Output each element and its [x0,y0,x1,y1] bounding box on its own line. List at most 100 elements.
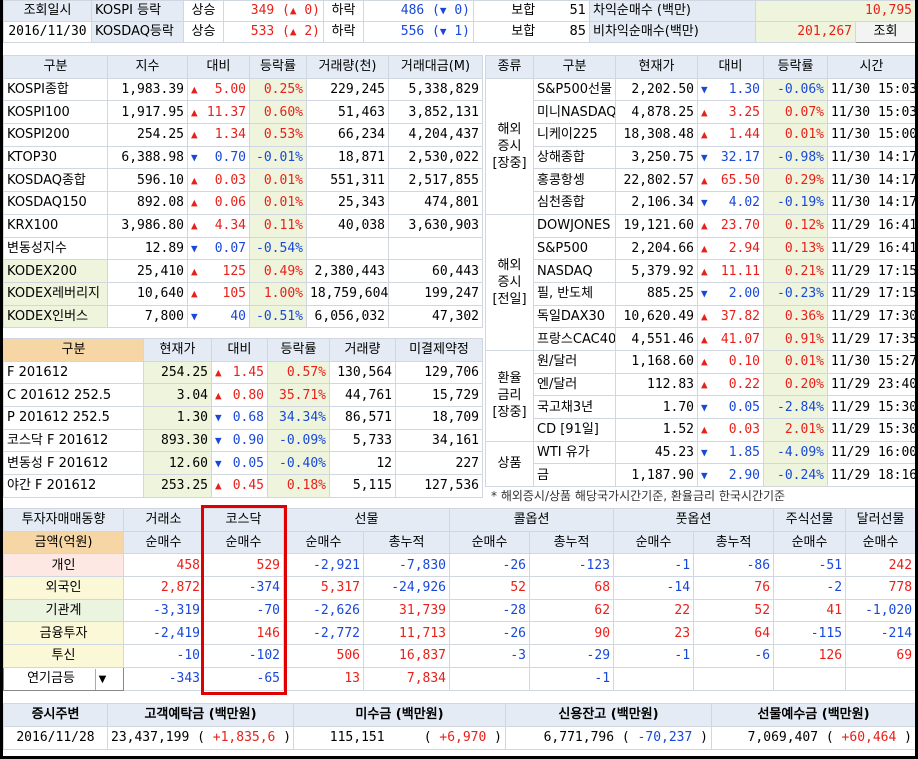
futures-row[interactable]: 야간 F 201612 253.25 ▲ 0.45 0.18% 5,115 127,536 [3,474,483,498]
up-arrow-icon: ▲ [215,479,222,493]
index-row[interactable]: 변동성지수 12.89 ▼ 0.07 -0.54% [3,236,483,261]
overseas-change: ▼ 1.85 [697,440,764,465]
overseas-row[interactable]: 금 1,187.90 ▼ 2.90 -0.24% 11/29 18:16 [486,463,915,488]
investor-row[interactable]: 기관계 -3,319 -70 -2,626 31,739 -28 62 22 52 41 -1,02… [3,598,915,623]
down-arrow-icon: ▼ [215,456,222,470]
futures-change: ▲ 1.45 [211,360,268,385]
arb-net-buy-label: 차익순매수 (백만) [589,0,756,22]
investor-row[interactable]: 연기금등 ▼ -343 -65 13 7,834 -1 [3,666,915,691]
index-change: ▼ 0.70 [187,145,250,170]
index-amount: 3,852,131 [388,100,483,125]
up-arrow-icon: ▲ [289,25,297,38]
futures-table: 구분 현재가 대비 등락률 거래량 미결제약정 F 201612 254.25 ▲ 1.45 0.… [3,338,483,498]
index-amount: 47,302 [388,304,483,329]
overseas-name: NASDAQ [533,259,616,283]
futures-open-interest: 227 [395,451,483,476]
futures-row[interactable]: 변동성 F 201612 12.60 ▼ 0.05 -0.40% 12 227 [3,451,483,476]
index-row[interactable]: KODEX200 25,410 ▲ 125 0.49% 2,380,443 60,443 [3,259,483,283]
overseas-row[interactable]: 국고채3년 1.70 ▼ 0.05 -2.84% 11/29 15:30 [486,395,915,419]
overseas-change: ▲ 65.50 [697,168,764,193]
investor-row[interactable]: 외국인 2,872 -374 5,317 -24,926 52 68 -14 76 -2 778 [3,576,915,600]
overseas-row[interactable]: 상해종합 3,250.75 ▼ 32.17 -0.98% 11/30 14:17 [486,145,915,170]
query-button[interactable]: 조회 [855,21,915,43]
overseas-time: 11/30 15:03 [827,77,915,102]
overseas-row[interactable]: 환율 금리 [장중] 원/달러 1,168.60 ▲ 0.10 0.01% 11/30 15… [485,349,915,442]
futures-row[interactable]: P 201612 252.5 1.30 ▼ 0.68 34.34% 86,571 18,70… [3,406,483,430]
overseas-time: 11/29 23:40 [827,372,915,397]
investor-select[interactable]: 연기금등 ▼ [3,666,124,691]
investor-row[interactable]: 금융투자 -2,419 146 -2,772 11,713 -26 90 23 64 -115 -2… [3,621,915,646]
overseas-row[interactable]: NASDAQ 5,379.92 ▲ 11.11 0.21% 11/29 17:15 [486,259,915,283]
down-arrow-icon: ▼ [701,196,708,210]
overseas-row[interactable]: 니케이225 18,308.48 ▲ 1.44 0.01% 11/30 15:00 [486,123,915,147]
overseas-rate: 2.01% [763,418,828,442]
overseas-change: ▲ 3.25 [697,100,764,125]
index-row[interactable]: KOSDAQ150 892.08 ▲ 0.06 0.01% 25,343 474,801 [3,191,483,215]
overseas-rate: -0.19% [763,191,828,215]
overseas-row[interactable]: 미니NASDAQ 4,878.25 ▲ 3.25 0.07% 11/30 15:03 [486,100,915,125]
investor-header-5: 풋옵션 [613,508,775,532]
overseas-row[interactable]: 해외 증시 [장중] S&P500선물 2,202.50 ▼ 1.30 -0.06% 11/… [485,77,915,215]
investor-value [449,666,531,691]
index-rate: 1.00% [249,281,307,306]
index-row[interactable]: KOSPI100 1,917.95 ▲ 11.37 0.60% 51,463 3,852,1… [3,100,483,125]
index-row[interactable]: KOSPI200 254.25 ▲ 1.34 0.53% 66,234 4,204,437 [3,123,483,147]
futures-row[interactable]: C 201612 252.5 3.04 ▲ 0.80 35.71% 44,761 15,72… [3,383,483,408]
futures-row[interactable]: 코스닥 F 201612 893.30 ▼ 0.90 -0.09% 5,733 34,161 [3,428,483,453]
overseas-row[interactable]: CD [91일] 1.52 ▲ 0.03 2.01% 11/29 15:30 [486,418,915,442]
index-value: 1,917.95 [107,100,188,125]
futures-header-4: 거래량 [329,338,396,362]
index-volume: 551,311 [306,168,389,193]
index-row[interactable]: KOSPI종합 1,983.39 ▲ 5.00 0.25% 229,245 5,338,82… [3,77,483,102]
index-row[interactable]: KTOP30 6,388.98 ▼ 0.70 -0.01% 18,871 2,530,022 [3,145,483,170]
investor-row[interactable]: 투신 -10 -102 506 16,837 -3 -29 -1 -6 126 69 [3,644,915,668]
overseas-row[interactable]: 독일DAX30 10,620.49 ▲ 37.82 0.36% 11/29 17:30 [486,304,915,329]
overseas-row[interactable]: 상품 WTI 유가 45.23 ▼ 1.85 -4.09% 11/29 16:00 [485,440,915,488]
index-name: KOSDAQ150 [3,191,108,215]
customer-deposit-header: 고객예탁금 (백만원) [107,703,294,727]
up-arrow-icon: ▲ [215,388,222,402]
overseas-row[interactable]: S&P500 2,204.66 ▲ 2.94 0.13% 11/29 16:41 [486,236,915,261]
investor-value: -1,020 [845,598,915,623]
overseas-row[interactable]: 필, 반도체 885.25 ▼ 2.00 -0.23% 11/29 17:15 [486,281,915,306]
index-value: 6,388.98 [107,145,188,170]
overseas-row[interactable]: 홍콩항셍 22,802.57 ▲ 65.50 0.29% 11/30 14:17 [486,168,915,193]
overseas-row[interactable]: 심천종합 2,106.34 ▼ 4.02 -0.19% 11/30 14:17 [486,191,915,215]
overseas-row[interactable]: 프랑스CAC40 4,551.46 ▲ 41.07 0.91% 11/29 17:35 [486,327,915,351]
customer-deposit-value: 23,437,199 ( +1,835,6 ) [107,725,294,750]
index-value: 1,983.39 [107,77,188,102]
investor-value: -14 [613,576,695,600]
overseas-time: 11/30 14:17 [827,145,915,170]
overseas-price: 2,204.66 [615,236,698,261]
up-arrow-icon: ▲ [191,105,198,119]
index-amount: 3,630,903 [388,213,483,238]
futures-rate: 35.71% [267,383,330,408]
overseas-header-2: 현재가 [615,55,698,79]
down-arrow-icon: ▼ [191,151,198,165]
futures-row[interactable]: F 201612 254.25 ▲ 1.45 0.57% 130,564 129,706 [3,360,483,385]
investor-row[interactable]: 개인 458 529 -2,921 -7,830 -26 -123 -1 -86 -51 242 [3,553,915,578]
overseas-name: S&P500 [533,236,616,261]
investor-subheader-7: 순매수 [613,530,695,555]
index-volume: 40,038 [306,213,389,238]
investor-value: 13 [283,666,364,691]
overseas-price: 5,379.92 [615,259,698,283]
overseas-row[interactable]: 해외 증시 [전일] DOWJONES 19,121.60 ▲ 23.70 0.12% 11… [485,213,915,351]
investor-value: 506 [283,644,364,668]
index-row[interactable]: KOSDAQ종합 596.10 ▲ 0.03 0.01% 551,311 2,517,855 [3,168,483,193]
futures-change: ▼ 0.90 [211,428,268,453]
index-value: 10,640 [107,281,188,306]
dropdown-arrow-icon[interactable]: ▼ [95,668,109,690]
overseas-name: 프랑스CAC40 [533,327,616,351]
investor-value: -51 [773,553,847,578]
up-arrow-icon: ▲ [701,355,708,369]
futures-open-interest: 15,729 [395,383,483,408]
overseas-rate: 0.20% [763,372,828,397]
index-row[interactable]: KRX100 3,986.80 ▲ 4.34 0.11% 40,038 3,630,903 [3,213,483,238]
overseas-rate: 0.29% [763,168,828,193]
overseas-name: 미니NASDAQ [533,100,616,125]
index-row[interactable]: KODEX레버리지 10,640 ▲ 105 1.00% 18,759,604 199,24… [3,281,483,306]
index-row[interactable]: KODEX인버스 7,800 ▼ 40 -0.51% 6,056,032 47,302 [3,304,483,329]
overseas-row[interactable]: 엔/달러 112.83 ▲ 0.22 0.20% 11/29 23:40 [486,372,915,397]
futures-header-3: 등락률 [267,338,330,362]
